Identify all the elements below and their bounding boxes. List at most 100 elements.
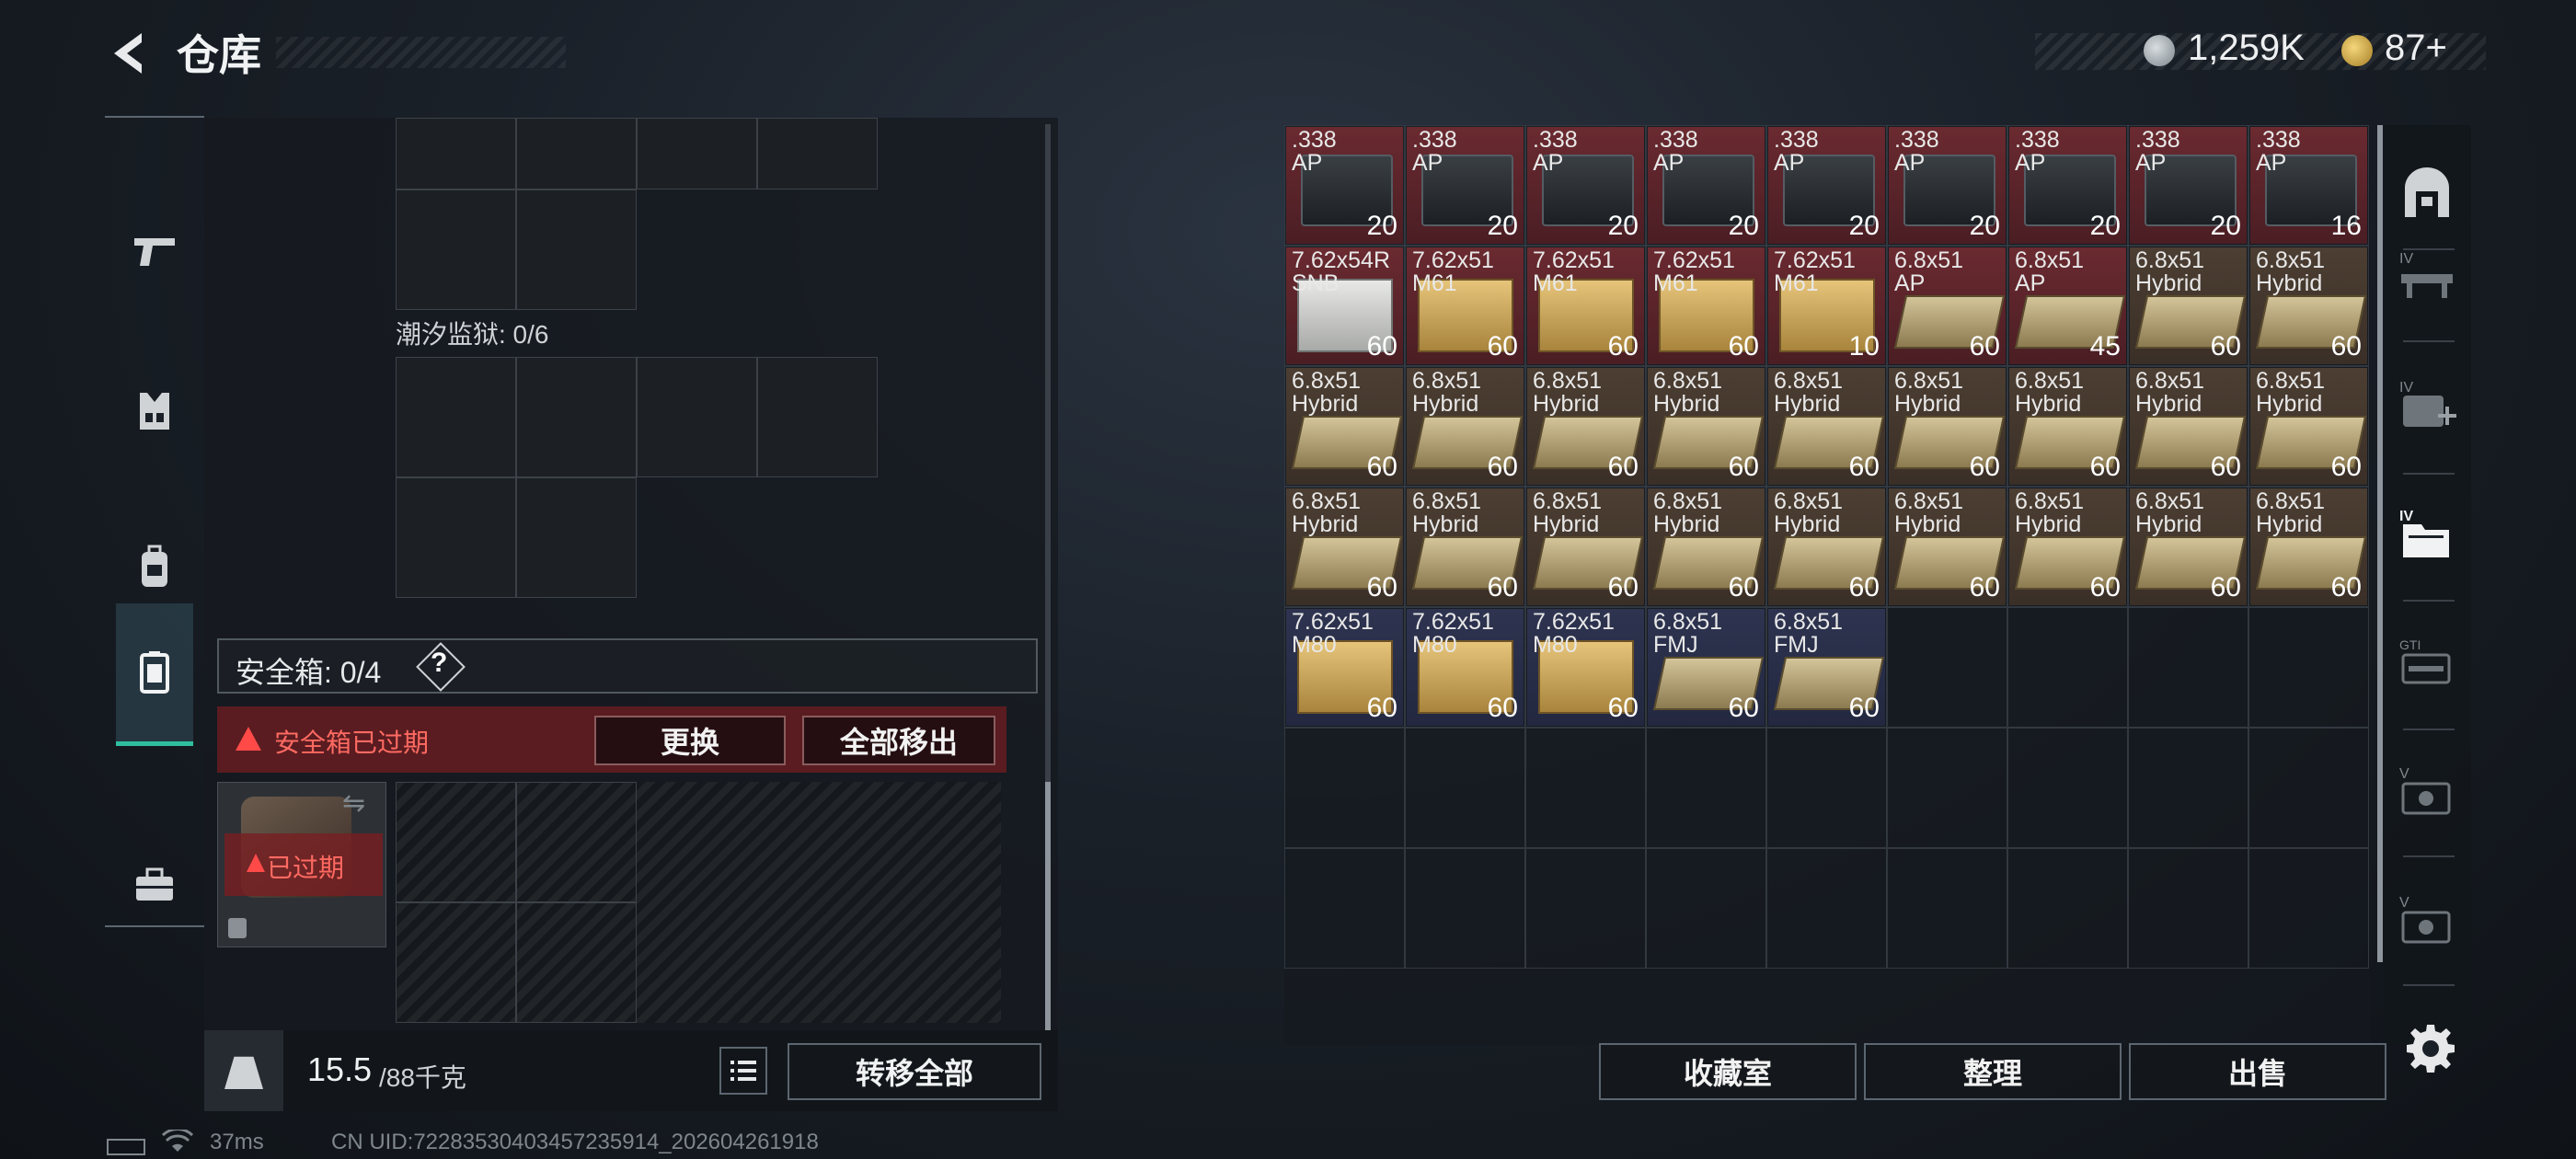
- safebox-slot[interactable]: [396, 902, 516, 1023]
- grid-cell[interactable]: .338 AP 20: [2007, 125, 2128, 246]
- ammo-item[interactable]: 6.8x51 FMJ 60: [1648, 609, 1765, 726]
- storage-slot[interactable]: [396, 189, 516, 310]
- grid-cell[interactable]: 6.8x51 Hybrid 60: [1646, 366, 1766, 487]
- ammo-item[interactable]: 6.8x51 Hybrid 60: [2130, 247, 2247, 364]
- prison-slot[interactable]: [516, 477, 637, 598]
- ammo-item[interactable]: 7.62x51 M61 60: [1407, 247, 1524, 364]
- grid-cell[interactable]: 7.62x51 M61 60: [1405, 246, 1525, 366]
- ammo-item[interactable]: .338 AP 20: [1527, 127, 1644, 244]
- gear-icon[interactable]: [2405, 1023, 2456, 1074]
- nav-toolbox[interactable]: [105, 817, 204, 955]
- storage-slot[interactable]: [516, 189, 637, 310]
- list-view-button[interactable]: [719, 1047, 767, 1095]
- grid-cell[interactable]: 6.8x51 Hybrid 60: [2007, 487, 2128, 607]
- ammo-item[interactable]: 6.8x51 Hybrid 60: [2009, 488, 2126, 605]
- ammo-item[interactable]: 6.8x51 Hybrid 60: [1889, 368, 2006, 485]
- safebox-slot[interactable]: [516, 902, 637, 1023]
- grid-cell[interactable]: 6.8x51 Hybrid 60: [2248, 366, 2369, 487]
- grid-cell[interactable]: 6.8x51 Hybrid 60: [1525, 487, 1646, 607]
- grid-cell[interactable]: [2128, 607, 2248, 728]
- prison-slot[interactable]: [516, 357, 637, 477]
- grid-cell[interactable]: [1525, 728, 1646, 848]
- grid-cell[interactable]: 7.62x51 M80 60: [1405, 607, 1525, 728]
- ammo-item[interactable]: 7.62x51 M61 10: [1768, 247, 1885, 364]
- grid-cell[interactable]: 6.8x51 Hybrid 60: [1405, 487, 1525, 607]
- grid-cell[interactable]: 7.62x51 M80 60: [1284, 607, 1405, 728]
- grid-cell[interactable]: 6.8x51 AP 60: [1887, 246, 2007, 366]
- grid-cell[interactable]: .338 AP 20: [2128, 125, 2248, 246]
- ammo-item[interactable]: 6.8x51 Hybrid 60: [1407, 488, 1524, 605]
- grid-cell[interactable]: [1646, 728, 1766, 848]
- ammo-item[interactable]: 7.62x51 M80 60: [1286, 609, 1403, 726]
- gold-currency-amount[interactable]: 87+: [2385, 28, 2447, 69]
- grid-cell[interactable]: [1887, 728, 2007, 848]
- sell-button[interactable]: 出售: [2129, 1043, 2386, 1100]
- ammo-item[interactable]: 6.8x51 Hybrid 60: [1527, 488, 1644, 605]
- nav-secure-container[interactable]: [116, 603, 193, 746]
- nav-tech-center[interactable]: V: [2388, 736, 2466, 846]
- ammo-item[interactable]: 6.8x51 Hybrid 60: [1648, 488, 1765, 605]
- ammo-item[interactable]: 6.8x51 Hybrid 60: [2250, 488, 2367, 605]
- grid-cell[interactable]: 6.8x51 Hybrid 60: [2248, 487, 2369, 607]
- grid-cell[interactable]: 6.8x51 Hybrid 60: [2248, 246, 2369, 366]
- storage-slot[interactable]: [396, 118, 516, 189]
- safebox-slot[interactable]: [516, 782, 637, 902]
- grid-cell[interactable]: [2007, 607, 2128, 728]
- grid-cell[interactable]: [2128, 848, 2248, 969]
- nav-armor[interactable]: [105, 342, 204, 480]
- prison-slot[interactable]: [396, 357, 516, 477]
- ammo-item[interactable]: 6.8x51 Hybrid 60: [1648, 368, 1765, 485]
- ammo-item[interactable]: 6.8x51 Hybrid 60: [1768, 368, 1885, 485]
- ammo-item[interactable]: 6.8x51 Hybrid 60: [2250, 247, 2367, 364]
- ammo-item[interactable]: 6.8x51 Hybrid 60: [1527, 368, 1644, 485]
- ammo-item[interactable]: 6.8x51 Hybrid 60: [2250, 368, 2367, 485]
- grid-cell[interactable]: 6.8x51 Hybrid 60: [2128, 366, 2248, 487]
- grid-cell[interactable]: [1646, 848, 1766, 969]
- prison-slot[interactable]: [757, 357, 878, 477]
- grid-cell[interactable]: 6.8x51 AP 45: [2007, 246, 2128, 366]
- grid-cell[interactable]: 7.62x54R SNB 60: [1284, 246, 1405, 366]
- ammo-item[interactable]: 6.8x51 FMJ 60: [1768, 609, 1885, 726]
- grid-cell[interactable]: [1887, 607, 2007, 728]
- grid-cell[interactable]: [1887, 848, 2007, 969]
- grid-cell[interactable]: [1284, 728, 1405, 848]
- grid-cell[interactable]: 6.8x51 Hybrid 60: [2007, 366, 2128, 487]
- ammo-item[interactable]: .338 AP 20: [1286, 127, 1403, 244]
- storage-slot[interactable]: [637, 118, 757, 189]
- grid-cell[interactable]: .338 AP 20: [1405, 125, 1525, 246]
- sort-button[interactable]: 整理: [1864, 1043, 2122, 1100]
- ammo-item[interactable]: .338 AP 20: [2130, 127, 2247, 244]
- grid-cell[interactable]: [2248, 728, 2369, 848]
- ammo-item[interactable]: 7.62x51 M80 60: [1407, 609, 1524, 726]
- ammo-item[interactable]: .338 AP 16: [2250, 127, 2367, 244]
- remove-all-button[interactable]: 全部移出: [802, 716, 995, 765]
- grid-cell[interactable]: [1405, 728, 1525, 848]
- grid-cell[interactable]: [2248, 848, 2369, 969]
- grid-cell[interactable]: 6.8x51 Hybrid 60: [1284, 366, 1405, 487]
- ammo-item[interactable]: 7.62x51 M61 60: [1648, 247, 1765, 364]
- ammo-item[interactable]: 6.8x51 AP 45: [2009, 247, 2126, 364]
- ammo-item[interactable]: .338 AP 20: [2009, 127, 2126, 244]
- grid-cell[interactable]: [2007, 848, 2128, 969]
- replace-button[interactable]: 更换: [594, 716, 786, 765]
- nav-workbench[interactable]: IV: [2388, 221, 2466, 331]
- ammo-item[interactable]: 6.8x51 Hybrid 60: [1889, 488, 2006, 605]
- grid-cell[interactable]: 7.62x51 M80 60: [1525, 607, 1646, 728]
- grid-cell[interactable]: 7.62x51 M61 60: [1646, 246, 1766, 366]
- nav-medical-station[interactable]: IV: [2388, 350, 2466, 460]
- transfer-all-button[interactable]: 转移全部: [788, 1043, 1041, 1100]
- grid-cell[interactable]: .338 AP 20: [1887, 125, 2007, 246]
- safebox-slot[interactable]: [396, 782, 516, 902]
- ammo-item[interactable]: 7.62x54R SNB 60: [1286, 247, 1403, 364]
- grid-cell[interactable]: 6.8x51 FMJ 60: [1766, 607, 1887, 728]
- grid-cell[interactable]: [1405, 848, 1525, 969]
- prison-slot[interactable]: [637, 357, 757, 477]
- grid-cell[interactable]: [2248, 607, 2369, 728]
- grid-cell[interactable]: 6.8x51 Hybrid 60: [1284, 487, 1405, 607]
- ammo-item[interactable]: 6.8x51 Hybrid 60: [1286, 368, 1403, 485]
- grid-cell[interactable]: 6.8x51 Hybrid 60: [1766, 487, 1887, 607]
- grid-cell[interactable]: [1766, 848, 1887, 969]
- ammo-item[interactable]: 7.62x51 M80 60: [1527, 609, 1644, 726]
- grid-cell[interactable]: 6.8x51 Hybrid 60: [1405, 366, 1525, 487]
- grid-cell[interactable]: .338 AP 20: [1646, 125, 1766, 246]
